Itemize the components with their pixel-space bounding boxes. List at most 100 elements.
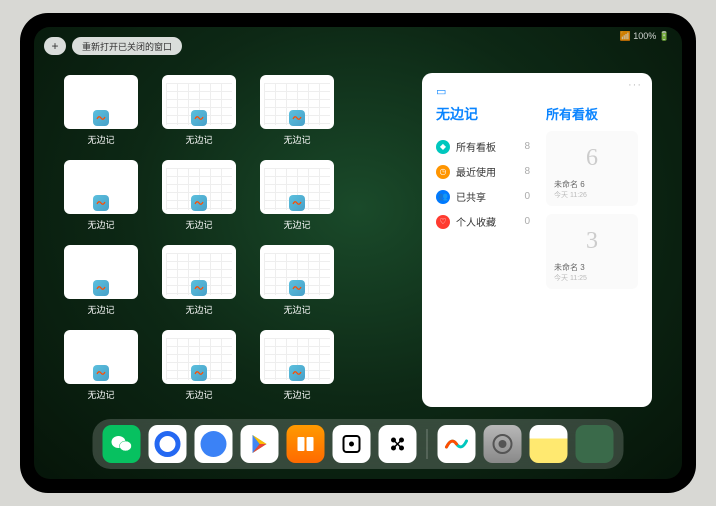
thumb-preview [260, 160, 334, 214]
play-icon[interactable] [241, 425, 279, 463]
nav-count: 8 [524, 141, 530, 152]
app-window-thumb[interactable]: 无边记 [64, 75, 138, 146]
nav-item[interactable]: ◆ 所有看板 8 [436, 134, 530, 159]
app-window-thumb[interactable]: 无边记 [64, 160, 138, 231]
sidebar-icon: ▭ [436, 85, 638, 98]
freeform-app-icon [93, 110, 109, 126]
nav-count: 8 [524, 166, 530, 177]
board-sketch: 6 [552, 137, 632, 179]
thumb-label: 无边记 [283, 218, 310, 231]
board-name: 未命名 6 [552, 179, 632, 190]
thumb-label: 无边记 [87, 133, 114, 146]
app-window-thumb[interactable]: 无边记 [162, 330, 236, 401]
thumb-label: 无边记 [87, 218, 114, 231]
more-icon[interactable]: ··· [628, 79, 642, 91]
app-switcher-content: 无边记无边记无边记无边记无边记无边记无边记无边记无边记无边记无边记无边记 ···… [64, 67, 652, 411]
thumb-preview [162, 330, 236, 384]
screen: 📶 100% 🔋 + 重新打开已关闭的窗口 无边记无边记无边记无边记无边记无边记… [34, 27, 682, 479]
thumb-preview [64, 245, 138, 299]
nav-label: 所有看板 [456, 139, 496, 154]
thumb-label: 无边记 [185, 303, 212, 316]
thumb-label: 无边记 [185, 388, 212, 401]
freeform-app-icon [93, 280, 109, 296]
thumb-label: 无边记 [87, 303, 114, 316]
nav-count: 0 [524, 191, 530, 202]
thumb-label: 无边记 [87, 388, 114, 401]
settings-icon[interactable] [484, 425, 522, 463]
thumb-label: 无边记 [283, 388, 310, 401]
panel-boards: 所有看板 6未命名 6今天 11:26 3未命名 3今天 11:25 [546, 104, 638, 297]
game-icon[interactable] [379, 425, 417, 463]
freeform-app-icon [289, 280, 305, 296]
freeform-app-icon [93, 195, 109, 211]
app-window-thumb[interactable]: 无边记 [260, 160, 334, 231]
thumb-preview [162, 75, 236, 129]
app-window-thumb[interactable]: 无边记 [162, 245, 236, 316]
freeform-app-icon [191, 110, 207, 126]
board-date: 今天 11:25 [552, 273, 632, 283]
qqbrowser-icon[interactable] [195, 425, 233, 463]
app-window-thumb[interactable]: 无边记 [64, 245, 138, 316]
status-bar: 📶 100% 🔋 [620, 31, 670, 42]
thumb-preview [162, 160, 236, 214]
thumb-preview [260, 245, 334, 299]
app-windows-grid: 无边记无边记无边记无边记无边记无边记无边记无边记无边记无边记无边记无边记 [64, 67, 402, 411]
nav-item[interactable]: ◷ 最近使用 8 [436, 159, 530, 184]
dice-icon[interactable] [333, 425, 371, 463]
freeform-icon[interactable] [438, 425, 476, 463]
freeform-app-icon [191, 365, 207, 381]
nav-label: 最近使用 [456, 164, 496, 179]
thumb-preview [64, 160, 138, 214]
freeform-app-icon [191, 195, 207, 211]
thumb-label: 无边记 [185, 133, 212, 146]
books-icon[interactable] [287, 425, 325, 463]
nav-label: 个人收藏 [456, 214, 496, 229]
nav-item[interactable]: 👥 已共享 0 [436, 184, 530, 209]
top-controls: + 重新打开已关闭的窗口 [44, 37, 182, 55]
freeform-app-icon [289, 195, 305, 211]
nav-count: 0 [524, 216, 530, 227]
wechat-icon[interactable] [103, 425, 141, 463]
dock [93, 419, 624, 469]
freeform-app-icon [289, 110, 305, 126]
freeform-app-icon [93, 365, 109, 381]
nav-icon: ◆ [436, 140, 450, 154]
freeform-preview-panel[interactable]: ··· ▭ 无边记 ◆ 所有看板 8 ◷ 最近使用 8 👥 已共享 0 ♡ 个人收藏 0 所有看板 6… [422, 73, 652, 407]
nav-icon: ◷ [436, 165, 450, 179]
panel-sidebar: 无边记 ◆ 所有看板 8 ◷ 最近使用 8 👥 已共享 0 ♡ 个人收藏 0 [436, 104, 530, 297]
thumb-label: 无边记 [283, 303, 310, 316]
board-date: 今天 11:26 [552, 190, 632, 200]
panel-right-title: 所有看板 [546, 104, 638, 123]
app-window-thumb[interactable]: 无边记 [260, 245, 334, 316]
nav-icon: 👥 [436, 190, 450, 204]
board-name: 未命名 3 [552, 262, 632, 273]
ipad-device: 📶 100% 🔋 + 重新打开已关闭的窗口 无边记无边记无边记无边记无边记无边记… [20, 13, 696, 493]
add-button[interactable]: + [44, 37, 66, 55]
reopen-closed-button[interactable]: 重新打开已关闭的窗口 [72, 37, 182, 55]
thumb-preview [64, 330, 138, 384]
app-window-thumb[interactable]: 无边记 [260, 75, 334, 146]
app-window-thumb[interactable]: 无边记 [162, 75, 236, 146]
app-window-thumb[interactable]: 无边记 [260, 330, 334, 401]
thumb-preview [260, 75, 334, 129]
nav-item[interactable]: ♡ 个人收藏 0 [436, 209, 530, 234]
thumb-preview [162, 245, 236, 299]
notes-icon[interactable] [530, 425, 568, 463]
thumb-preview [64, 75, 138, 129]
thumb-label: 无边记 [185, 218, 212, 231]
nav-icon: ♡ [436, 215, 450, 229]
app-window-thumb[interactable]: 无边记 [64, 330, 138, 401]
dock-separator [427, 429, 428, 459]
thumb-label: 无边记 [283, 133, 310, 146]
freeform-app-icon [289, 365, 305, 381]
thumb-preview [260, 330, 334, 384]
panel-left-title: 无边记 [436, 104, 530, 124]
board-item[interactable]: 3未命名 3今天 11:25 [546, 214, 638, 289]
nav-label: 已共享 [456, 189, 486, 204]
board-item[interactable]: 6未命名 6今天 11:26 [546, 131, 638, 206]
quark-icon[interactable] [149, 425, 187, 463]
freeform-app-icon [191, 280, 207, 296]
app-window-thumb[interactable]: 无边记 [162, 160, 236, 231]
board-sketch: 3 [552, 220, 632, 262]
recent-apps-icon[interactable] [576, 425, 614, 463]
